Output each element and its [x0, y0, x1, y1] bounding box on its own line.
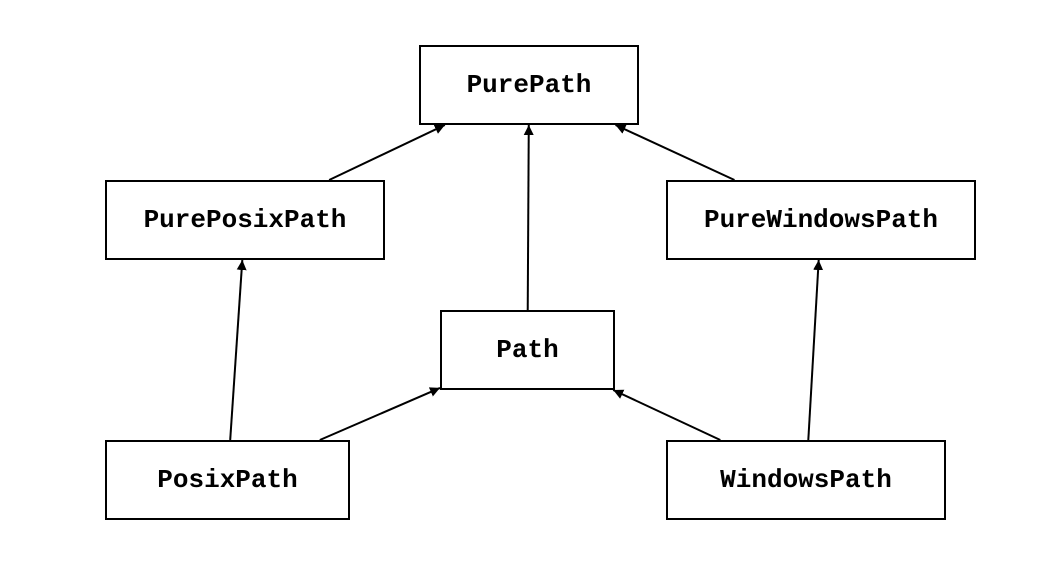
node-label: Path — [496, 335, 558, 365]
node-label: PosixPath — [157, 465, 297, 495]
node-pureposixpath: PurePosixPath — [105, 180, 385, 260]
node-label: PureWindowsPath — [704, 205, 938, 235]
class-hierarchy-diagram: PurePath PurePosixPath PureWindowsPath P… — [0, 0, 1064, 588]
node-label: WindowsPath — [720, 465, 892, 495]
node-path: Path — [440, 310, 615, 390]
node-label: PurePath — [467, 70, 592, 100]
edge-pureposixpath-to-purepath — [329, 125, 445, 180]
edge-posixpath-to-pureposixpath — [230, 260, 242, 440]
node-purepath: PurePath — [419, 45, 639, 125]
edge-purewindowspath-to-purepath — [616, 125, 735, 180]
edge-windowspath-to-path — [613, 390, 720, 440]
node-windowspath: WindowsPath — [666, 440, 946, 520]
edge-posixpath-to-path — [320, 388, 440, 440]
node-posixpath: PosixPath — [105, 440, 350, 520]
edge-path-to-purepath — [528, 125, 529, 310]
node-label: PurePosixPath — [144, 205, 347, 235]
node-purewindowspath: PureWindowsPath — [666, 180, 976, 260]
edge-windowspath-to-purewindowspath — [808, 260, 818, 440]
